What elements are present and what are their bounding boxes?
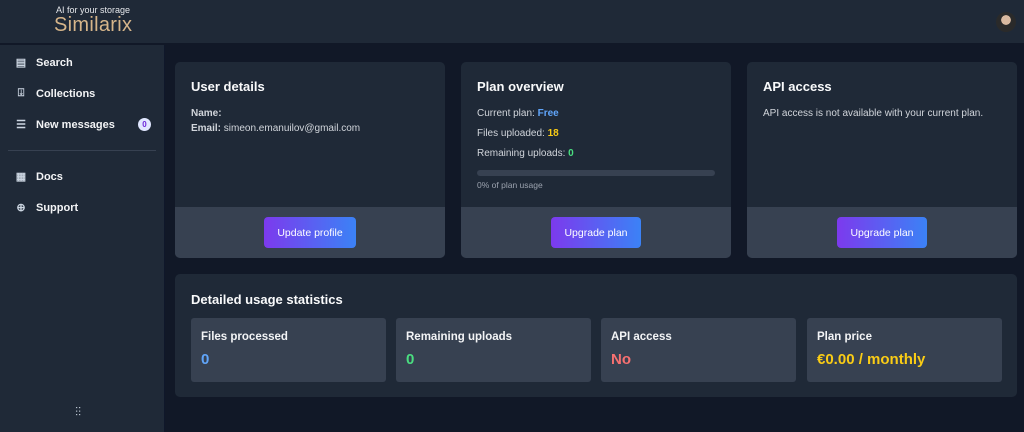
- email-value: simeon.emanuilov@gmail.com: [223, 123, 361, 134]
- card-title: Plan overview: [477, 79, 564, 94]
- top-bar: AI for your storage Similarix: [0, 0, 1024, 44]
- api-access-text: API access is not available with your cu…: [763, 108, 984, 119]
- upgrade-plan-button[interactable]: Upgrade plan: [551, 217, 641, 248]
- api-access-card: API access API access is not available w…: [747, 62, 1017, 258]
- files-uploaded-value: 18: [547, 128, 559, 139]
- stat-plan-price: Plan price €0.00 / monthly: [807, 318, 1002, 382]
- sidebar-item-label: Docs: [36, 170, 63, 183]
- inbox-download-icon: ⍗: [17, 87, 25, 99]
- stat-label: Files processed: [201, 331, 288, 343]
- usage-statistics-panel: Detailed usage statistics Files processe…: [175, 274, 1017, 397]
- plan-overview-card: Plan overview Current plan: Free Files u…: [461, 62, 731, 258]
- stat-value: 0: [406, 351, 415, 368]
- sidebar-item-search[interactable]: ▤ Search: [0, 47, 164, 78]
- sidebar-item-collections[interactable]: ⍗ Collections: [0, 78, 164, 109]
- update-profile-button[interactable]: Update profile: [264, 217, 356, 248]
- sidebar-item-support[interactable]: ⊕ Support: [0, 192, 164, 223]
- document-icon: ▤: [15, 57, 27, 69]
- stat-label: API access: [611, 331, 672, 343]
- remaining-uploads-label: Remaining uploads:: [477, 148, 566, 159]
- logo[interactable]: AI for your storage Similarix: [54, 6, 133, 36]
- sidebar-divider: [8, 150, 156, 151]
- stat-value: No: [611, 351, 631, 368]
- name-label: Name:: [191, 108, 222, 119]
- remaining-uploads-value: 0: [568, 148, 574, 159]
- plan-usage-text: 0% of plan usage: [477, 180, 543, 190]
- messages-count-badge: 0: [138, 118, 151, 131]
- inbox-stack-icon: ☰: [16, 119, 26, 131]
- upgrade-plan-button[interactable]: Upgrade plan: [837, 217, 927, 248]
- sidebar-item-label: New messages: [36, 118, 115, 131]
- stat-api-access: API access No: [601, 318, 796, 382]
- clipboard-icon: ▦: [15, 171, 27, 183]
- card-title: User details: [191, 79, 265, 94]
- user-avatar[interactable]: [996, 12, 1016, 32]
- adjustments-icon[interactable]: ⫶⫶: [75, 405, 81, 420]
- sidebar-item-docs[interactable]: ▦ Docs: [0, 161, 164, 192]
- stat-value: €0.00 / monthly: [817, 351, 926, 368]
- sidebar-item-label: Search: [36, 56, 73, 69]
- stat-files-processed: Files processed 0: [191, 318, 386, 382]
- user-details-card: User details Name: Email: simeon.emanuil…: [175, 62, 445, 258]
- current-plan-label: Current plan:: [477, 108, 535, 119]
- stat-label: Remaining uploads: [406, 331, 513, 343]
- email-label: Email:: [191, 123, 222, 134]
- files-uploaded-label: Files uploaded:: [477, 128, 545, 139]
- sidebar-item-label: Support: [36, 201, 79, 214]
- stat-remaining-uploads: Remaining uploads 0: [396, 318, 591, 382]
- card-title: API access: [763, 79, 832, 94]
- current-plan-value: Free: [537, 108, 559, 119]
- stat-value: 0: [201, 351, 210, 368]
- stat-label: Plan price: [817, 331, 872, 343]
- sidebar: ▤ Search ⍗ Collections ☰ New messages 0 ▦ Doc…: [0, 45, 165, 432]
- panel-title: Detailed usage statistics: [191, 292, 343, 307]
- logo-name: Similarix: [54, 14, 133, 36]
- sidebar-item-new-messages[interactable]: ☰ New messages 0: [0, 109, 164, 140]
- lifebuoy-icon: ⊕: [16, 202, 26, 214]
- sidebar-item-label: Collections: [36, 87, 96, 100]
